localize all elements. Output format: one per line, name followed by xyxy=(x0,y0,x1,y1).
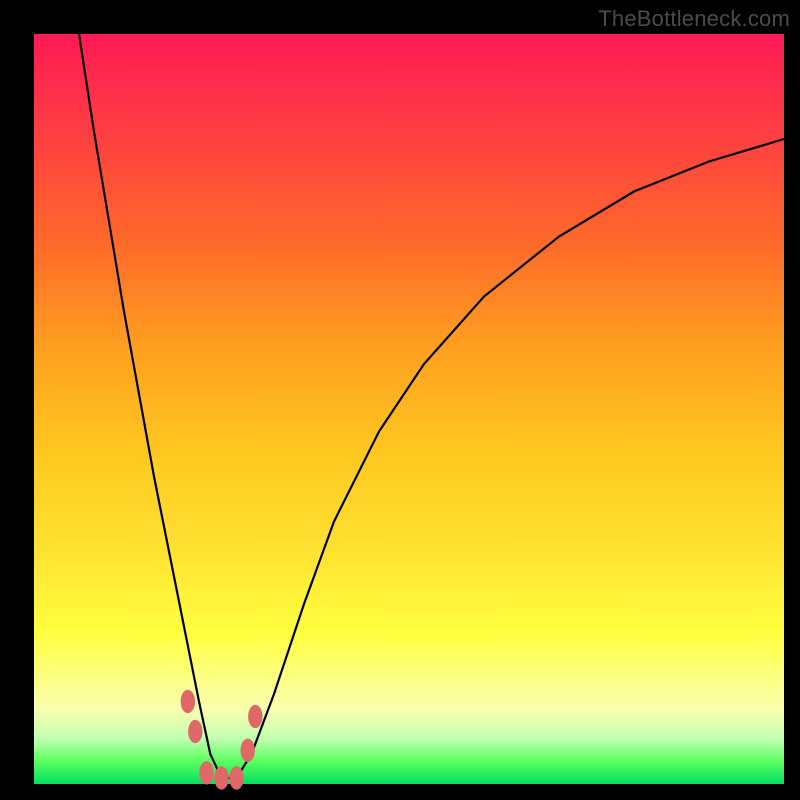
chart-frame: TheBottleneck.com xyxy=(0,0,800,800)
curve-marker xyxy=(241,739,255,762)
curve-marker xyxy=(199,761,213,784)
bottleneck-curve xyxy=(34,34,784,784)
curve-marker xyxy=(188,720,202,743)
curve-markers xyxy=(181,690,263,790)
curve-path xyxy=(79,34,784,778)
curve-marker xyxy=(248,705,262,728)
curve-marker xyxy=(214,766,228,789)
chart-plot-area xyxy=(34,34,784,784)
curve-marker xyxy=(229,766,243,789)
curve-marker xyxy=(181,690,195,713)
watermark-label: TheBottleneck.com xyxy=(598,6,790,32)
